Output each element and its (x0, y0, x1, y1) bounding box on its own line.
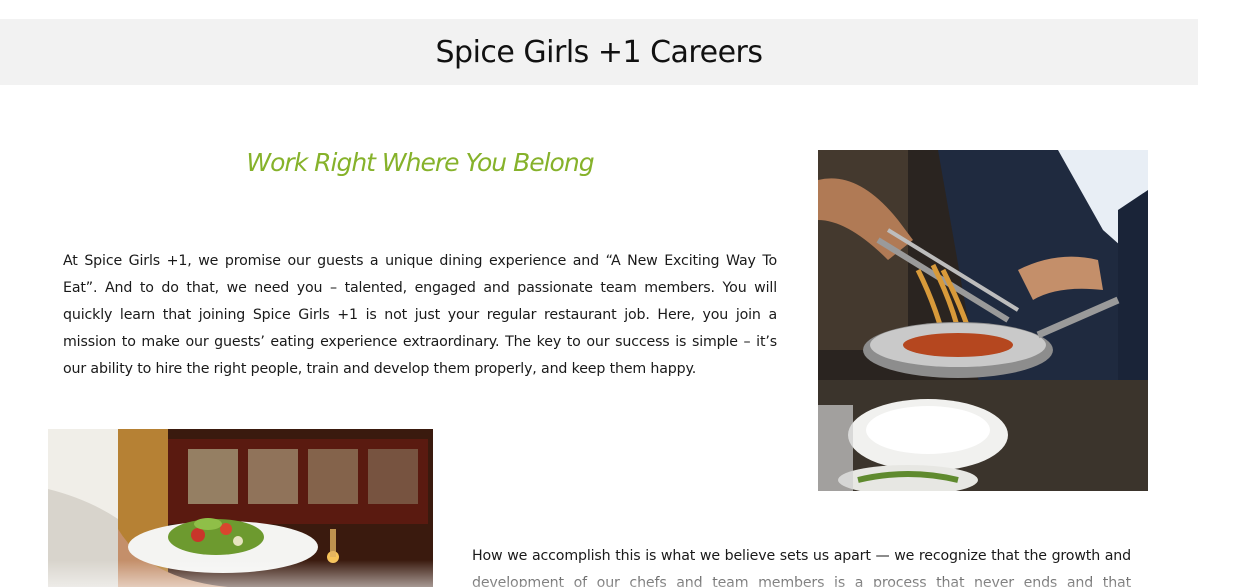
careers-page: Spice Girls +1 Careers Work Right Where … (0, 0, 1243, 587)
page-title: Spice Girls +1 Careers (435, 34, 763, 70)
chef-photo (818, 150, 1148, 491)
section-heading: Work Right Where You Belong (246, 148, 594, 177)
page-header: Spice Girls +1 Careers (0, 19, 1198, 85)
second-paragraph: How we accomplish this is what we believ… (472, 548, 1131, 587)
server-photo (48, 429, 433, 587)
intro-paragraph: At Spice Girls +1, we promise our guests… (63, 253, 777, 377)
